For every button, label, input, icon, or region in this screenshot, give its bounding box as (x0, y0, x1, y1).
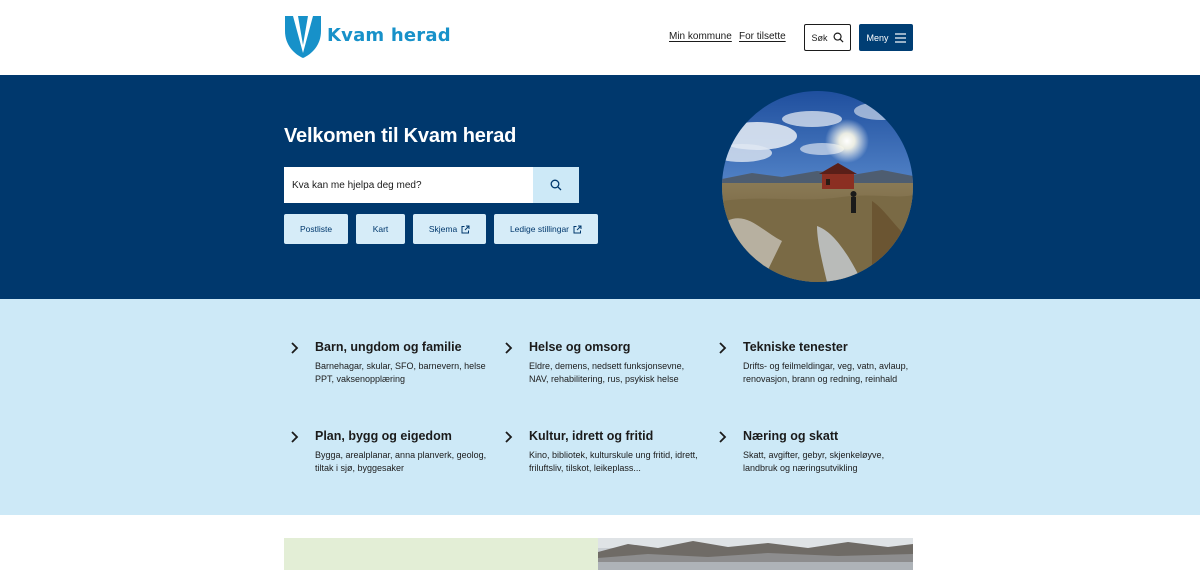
category-description: Barnehagar, skular, SFO, barnevern, hels… (315, 361, 486, 384)
quick-links: Postliste Kart Skjema Ledige stillingar (284, 214, 598, 244)
quick-link-label: Skjema (428, 224, 458, 234)
quick-link-kart[interactable]: Kart (356, 214, 405, 244)
nav-min-kommune[interactable]: Min kommune (669, 31, 732, 42)
quick-link-label: Postliste (299, 224, 333, 234)
category-section: Barn, ungdom og familie Barnehagar, skul… (0, 299, 1200, 515)
search-icon (833, 32, 844, 43)
chevron-right-icon (291, 431, 299, 443)
category-description: Skatt, avgifter, gebyr, skjenkeløyve, la… (743, 450, 885, 473)
search-button-label: Søk (811, 32, 828, 43)
category-title: Tekniske tenester (743, 340, 848, 354)
menu-button[interactable]: Meny (859, 24, 913, 51)
logo-link[interactable]: Kvam herad (284, 15, 451, 59)
quick-link-ledige-stillingar[interactable]: Ledige stillingar (494, 214, 598, 244)
quick-link-postliste[interactable]: Postliste (284, 214, 348, 244)
quick-link-skjema[interactable]: Skjema (413, 214, 486, 244)
external-link-icon (573, 225, 582, 233)
category-description: Kino, bibliotek, kulturskule ung fritid,… (529, 450, 698, 473)
chevron-right-icon (291, 342, 299, 354)
nav-for-tilsette[interactable]: For tilsette (739, 31, 786, 42)
search-button[interactable]: Søk (804, 24, 851, 51)
chevron-right-icon (719, 431, 727, 443)
news-card-background (284, 538, 598, 570)
hero-landscape-photo (722, 91, 913, 282)
chevron-right-icon (505, 431, 513, 443)
coat-of-arms-icon (285, 16, 321, 58)
menu-button-label: Meny (866, 32, 889, 43)
chevron-right-icon (505, 342, 513, 354)
category-title: Plan, bygg og eigedom (315, 429, 452, 443)
category-title: Næring og skatt (743, 429, 839, 443)
chevron-right-icon (719, 342, 727, 354)
quick-link-label: Kart (372, 224, 389, 234)
external-link-icon (461, 225, 470, 233)
category-description: Eldre, demens, nedsett funksjonsevne, NA… (529, 361, 685, 384)
search-icon (550, 179, 562, 191)
category-title: Helse og omsorg (529, 340, 631, 354)
fjord-photo (598, 538, 913, 570)
search-submit-button[interactable] (533, 167, 579, 203)
category-description: Drifts- og feilmeldingar, veg, vatn, avl… (743, 361, 909, 384)
hero-title: Velkomen til Kvam herad (284, 125, 517, 147)
search-input[interactable] (284, 167, 533, 203)
site-header: Kvam herad Min kommune For tilsette Søk … (0, 0, 1200, 75)
category-title: Kultur, idrett og fritid (529, 429, 654, 443)
hero-search (284, 167, 579, 203)
hero-section: Velkomen til Kvam herad Postliste Kart S… (0, 75, 1200, 299)
quick-link-label: Ledige stillingar (509, 224, 570, 234)
hamburger-icon (894, 32, 906, 43)
category-description: Bygga, arealplanar, anna planverk, geolo… (315, 450, 487, 473)
category-title: Barn, ungdom og familie (315, 340, 462, 354)
logo-text: Kvam herad (327, 24, 451, 46)
